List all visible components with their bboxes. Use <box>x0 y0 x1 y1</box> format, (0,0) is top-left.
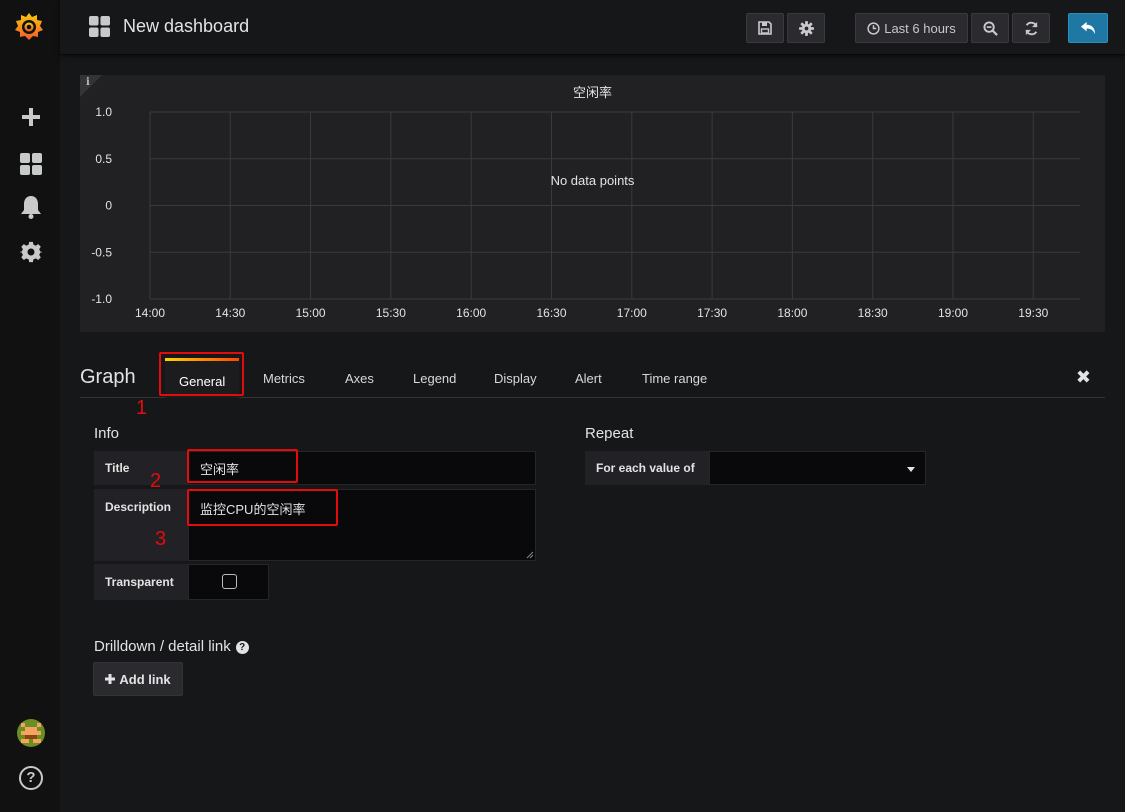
alerting-bell-icon[interactable] <box>18 194 44 220</box>
no-data-message: No data points <box>550 173 635 188</box>
y-tick-label: -1.0 <box>91 292 112 306</box>
zoom-out-button[interactable] <box>971 13 1009 43</box>
drilldown-heading: Drilldown / detail link? <box>94 638 249 655</box>
transparent-checkbox[interactable] <box>222 574 237 589</box>
save-dashboard-button[interactable] <box>746 13 784 43</box>
transparent-label: Transparent <box>94 564 188 600</box>
tab-legend[interactable]: Legend <box>413 371 456 386</box>
x-tick-label: 19:00 <box>938 306 968 320</box>
clock-icon <box>867 21 880 35</box>
x-tick-label: 18:30 <box>858 306 888 320</box>
y-tick-label: -0.5 <box>91 245 112 259</box>
x-tick-label: 16:30 <box>536 306 566 320</box>
annotation-box-title <box>187 449 298 483</box>
repeat-variable-select[interactable] <box>709 451 926 485</box>
top-navbar: New dashboard Last 6 hours <box>60 0 1125 55</box>
tab-metrics[interactable]: Metrics <box>263 371 305 386</box>
create-plus-icon[interactable] <box>18 104 44 130</box>
annotation-number-2: 2 <box>150 470 162 492</box>
time-range-label: Last 6 hours <box>884 20 956 36</box>
back-to-dashboard-button[interactable] <box>1068 13 1108 43</box>
dashboard-grid-icon <box>89 16 110 37</box>
close-editor-icon[interactable]: ✖ <box>1076 367 1091 388</box>
x-tick-label: 17:30 <box>697 306 727 320</box>
x-tick-label: 14:00 <box>135 306 165 320</box>
for-each-value-label: For each value of <box>585 451 709 485</box>
annotation-number-3: 3 <box>155 528 167 550</box>
add-link-button[interactable]: Add link <box>93 662 183 696</box>
refresh-button[interactable] <box>1012 13 1050 43</box>
x-tick-label: 18:00 <box>777 306 807 320</box>
annotation-box-general-tab <box>159 352 244 396</box>
resize-handle-icon[interactable] <box>526 551 534 559</box>
save-icon <box>758 21 772 35</box>
graph-chart: 1.0 0.5 0 -0.5 -1.0 14:00 14:30 15:00 15:30 16:00… <box>91 105 1080 320</box>
dashboards-icon[interactable] <box>18 151 44 177</box>
annotation-number-1: 1 <box>136 397 148 419</box>
time-picker-button[interactable]: Last 6 hours <box>855 13 968 43</box>
dashboard-title[interactable]: New dashboard <box>123 16 249 37</box>
x-tick-label: 15:30 <box>376 306 406 320</box>
annotation-box-description <box>187 489 338 526</box>
grafana-logo-icon[interactable] <box>13 11 45 43</box>
y-tick-label: 1.0 <box>95 105 112 119</box>
tab-axes[interactable]: Axes <box>345 371 374 386</box>
x-tick-label: 14:30 <box>215 306 245 320</box>
drilldown-heading-text: Drilldown / detail link <box>94 638 231 655</box>
tab-display[interactable]: Display <box>494 371 537 386</box>
transparent-checkbox-wrap <box>188 564 269 600</box>
description-label: Description <box>94 489 188 561</box>
configuration-gear-icon[interactable] <box>18 239 44 265</box>
back-arrow-icon <box>1080 21 1095 34</box>
caret-down-icon <box>907 467 915 472</box>
add-link-label: Add link <box>119 671 171 687</box>
y-tick-label: 0 <box>105 199 112 213</box>
zoom-out-icon <box>982 20 998 36</box>
plus-icon <box>105 674 116 684</box>
graph-panel[interactable]: i 空闲率 1.0 0.5 0 -0.5 -1.0 14:00 14:30 15:00 15:3… <box>80 75 1105 332</box>
refresh-icon <box>1024 21 1038 35</box>
gear-icon <box>798 20 814 36</box>
help-circle-icon[interactable]: ? <box>235 641 249 654</box>
repeat-heading: Repeat <box>585 425 634 442</box>
x-tick-label: 17:00 <box>617 306 647 320</box>
y-tick-label: 0.5 <box>95 152 112 166</box>
title-label: Title <box>94 451 188 485</box>
tab-alert[interactable]: Alert <box>575 371 602 386</box>
x-tick-label: 19:30 <box>1018 306 1048 320</box>
tab-time-range[interactable]: Time range <box>642 371 707 386</box>
dashboard-settings-button[interactable] <box>787 13 825 43</box>
help-icon[interactable]: ? <box>19 766 43 790</box>
user-avatar[interactable] <box>17 719 45 747</box>
x-tick-label: 15:00 <box>296 306 326 320</box>
x-tick-label: 16:00 <box>456 306 486 320</box>
editor-title: Graph <box>80 366 136 388</box>
info-heading: Info <box>94 425 120 442</box>
side-menu: ? <box>0 0 60 812</box>
